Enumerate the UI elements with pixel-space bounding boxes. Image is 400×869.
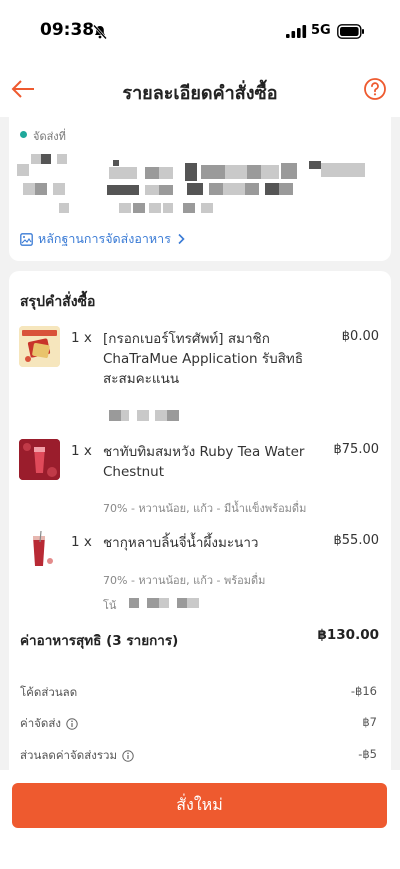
bottom-action-bar: สั่งใหม่ [0,770,400,869]
delivery-dot-icon [20,131,27,138]
info-icon[interactable] [66,718,78,730]
delivery-fee-value: ฿7 [362,715,377,729]
info-icon[interactable] [122,750,134,762]
ruby-tea-thumbnail [19,439,60,480]
item-name: [กรอกเบอร์โทรศัพท์] สมาชิก ChaTraMue App… [103,331,304,387]
battery-icon [337,24,364,39]
help-icon[interactable] [363,77,387,101]
item-name: ชากุหลาบลิ้นจี่น้ำผึ้งมะนาว [103,535,259,551]
order-summary-card: สรุปคำสั่งซื้อ 1 x [กรอกเบอร์โทรศัพท์] ส… [9,271,391,791]
delivery-address-card: จัดส่งที่ หลักฐานการจัดส่งอาหาร [9,117,391,261]
rose-lychee-thumbnail [19,530,60,571]
member-card-image [19,326,60,367]
image-icon [20,232,33,246]
item-note-label: โน้ [103,599,117,612]
subtotal-label: ค่าอาหารสุทธิ (3 รายการ) [20,633,179,649]
member-card-thumbnail [19,326,60,367]
delivery-discount-label: ส่วนลดค่าจัดส่งรวม [20,747,134,765]
delivery-discount-value: -฿5 [358,747,377,761]
network-label: 5G [311,23,331,38]
status-time: 09:38 [40,20,95,40]
reorder-button[interactable]: สั่งใหม่ [12,783,387,828]
nav-bar: รายละเอียดคำสั่งซื้อ [0,62,400,117]
signal-icon [286,25,307,38]
rose-lychee-image [19,530,60,571]
chevron-right-icon [178,233,185,245]
page-title: รายละเอียดคำสั่งซื้อ [122,83,278,104]
subtotal-value: ฿130.00 [317,627,380,643]
item-price: ฿55.00 [333,533,380,548]
summary-title: สรุปคำสั่งซื้อ [20,294,96,310]
item-quantity: 1 x [71,330,92,346]
delivery-fee-label: ค่าจัดส่ง [20,715,78,733]
delivery-proof-link[interactable]: หลักฐานการจัดส่งอาหาร [20,229,185,249]
item-options: 70% - หวานน้อย, แก้ว - มีน้ำแข็งพร้อมดื่… [103,502,307,515]
item-options: 70% - หวานน้อย, แก้ว - พร้อมดื่ม [103,574,266,587]
status-bar: 09:38 5G [0,0,400,62]
item-name: ชาทับทิมสมหวัง Ruby Tea Water Chestnut [103,444,305,480]
bell-muted-icon [93,24,107,40]
discount-code-label: โค้ดส่วนลด [20,685,78,699]
delivery-proof-label: หลักฐานการจัดส่งอาหาร [38,231,171,246]
ruby-tea-image [19,439,60,480]
delivery-label: จัดส่งที่ [33,130,66,143]
discount-code-value: -฿16 [350,684,377,698]
item-quantity: 1 x [71,534,92,550]
item-price: ฿75.00 [333,442,380,457]
item-quantity: 1 x [71,443,92,459]
item-price: ฿0.00 [341,329,379,344]
